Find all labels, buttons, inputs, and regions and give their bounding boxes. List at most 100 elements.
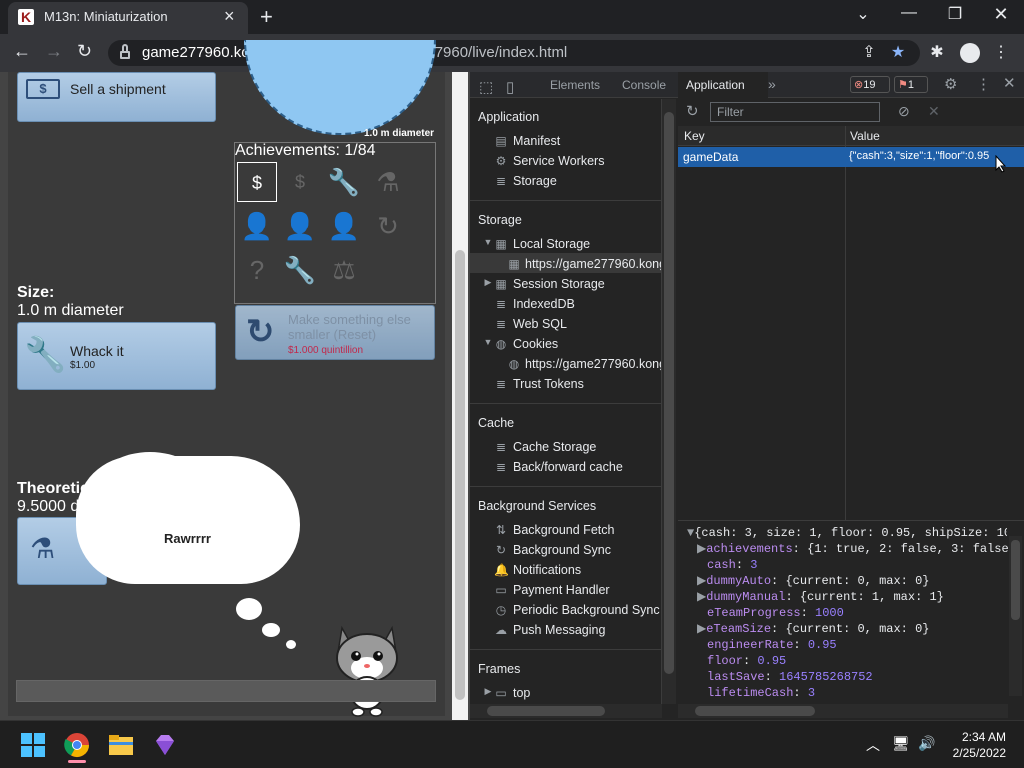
devtools-menu-icon[interactable]: ⋮ [976,75,991,93]
tab-elements[interactable]: Elements [550,78,600,92]
preview-line[interactable]: ▶achievements: {1: true, 2: false, 3: fa… [697,542,1017,556]
tab-console[interactable]: Console [622,78,666,92]
inspect-element-icon[interactable]: ⬚ [479,78,493,96]
preview-line[interactable]: ▶eTeamSize: {current: 0, max: 0} [697,622,1017,636]
device-toolbar-icon[interactable]: ▯ [506,78,514,96]
tab-application[interactable]: Application [678,72,768,98]
restore-icon[interactable]: ❐ [943,4,967,24]
expand-right-icon[interactable]: ▶ [481,277,495,288]
sidebar-item-websql[interactable]: Web SQL [513,317,567,331]
chrome-taskbar-icon[interactable] [64,732,90,758]
achievement-person-icon[interactable]: 👤 [324,206,364,246]
clock-icon: ◷ [495,603,507,617]
profile-avatar[interactable] [960,43,980,63]
achievement-wrench-icon[interactable]: 🔧 [324,162,364,202]
filter-input[interactable]: Filter [710,102,880,122]
sidebar-item-push-messaging[interactable]: Push Messaging [513,623,605,637]
refresh-icon[interactable]: ↻ [686,102,699,120]
cookie-icon: ◍ [508,357,520,371]
close-devtools-icon[interactable]: ✕ [1003,74,1016,92]
share-icon[interactable]: ⇪ [858,42,880,62]
sidebar-item-notifications[interactable]: Notifications [513,563,581,577]
sidebar-item-manifest[interactable]: Manifest [513,134,560,148]
forward-icon[interactable]: → [45,41,63,62]
flask-icon: ⚗ [30,533,56,564]
sidebar-item-background-fetch[interactable]: Background Fetch [513,523,614,537]
expand-right-icon[interactable]: ▶ [481,686,495,697]
database-icon: ≣ [495,377,507,391]
sidebar-item-bf-cache[interactable]: Back/forward cache [513,460,623,474]
achievement-tools-icon[interactable]: 🔧 [280,250,320,290]
expand-down-icon[interactable]: ▼ [481,237,495,247]
sidebar-item-session-storage[interactable]: Session Storage [513,277,605,291]
file-explorer-icon[interactable] [108,732,134,758]
settings-gear-icon[interactable]: ⚙ [944,75,957,93]
clock-time[interactable]: 2:34 AM [960,730,1006,744]
gem-app-icon[interactable] [152,732,178,758]
column-header-key[interactable]: Key [684,129,705,143]
sidebar-item-background-sync[interactable]: Background Sync [513,543,611,557]
expand-down-icon[interactable]: ▼ [481,337,495,347]
row-key-cell[interactable]: gameData [683,150,738,164]
sidebar-item-service-workers[interactable]: Service Workers [513,154,604,168]
clear-all-icon[interactable]: ⊘ [898,103,910,120]
sidebar-item-payment-handler[interactable]: Payment Handler [513,583,610,597]
row-value-cell[interactable]: {"cash":3,"size":1,"floor":0.95 [849,150,1017,162]
delete-selected-icon[interactable]: ✕ [928,103,940,120]
preview-line[interactable]: ▶dummyManual: {current: 1, max: 1} [697,590,1017,604]
achievement-question-icon[interactable]: ? [237,250,277,290]
achievement-reset-icon[interactable]: ↻ [368,206,408,246]
tab-search-icon[interactable]: ⌄ [851,4,875,24]
page-scrollbar-thumb[interactable] [455,250,465,700]
wrench-icon: 🔧 [24,336,67,374]
bookmark-star-icon[interactable]: ★ [887,42,909,62]
sidebar-item-cookies-origin[interactable]: https://game277960.kong [525,357,661,371]
minimize-icon[interactable]: — [897,4,921,22]
achievement-money-icon[interactable]: $ [237,162,277,202]
back-icon[interactable]: ← [13,41,31,62]
reload-icon[interactable]: ↻ [77,41,92,62]
error-count-badge[interactable]: ⊗19 [850,76,890,93]
tab-close-icon[interactable]: × [224,6,235,27]
windows-start-icon[interactable] [20,732,46,758]
sidebar-item-local-storage[interactable]: Local Storage [513,237,590,251]
show-hidden-icons[interactable]: ︿ [866,735,880,755]
achievement-money-icon[interactable]: $ [280,162,320,202]
sidebar-item-cookies[interactable]: Cookies [513,337,558,351]
sidebar-item-frame-top[interactable]: top [513,686,530,700]
whack-it-button[interactable]: 🔧 Whack it $1.00 [17,322,216,390]
sidebar-item-indexeddb[interactable]: IndexedDB [513,297,575,311]
achievement-person-icon[interactable]: 👤 [280,206,320,246]
sidebar-item-trust-tokens[interactable]: Trust Tokens [513,377,584,391]
extensions-icon[interactable]: ✱ [926,42,948,62]
achievement-scale-icon[interactable]: ⚖ [324,250,364,290]
sidebar-item-local-storage-origin[interactable]: https://game277960.kong [525,257,661,271]
sidebar-hscrollbar-thumb[interactable] [487,706,605,716]
mouse-cursor-icon [995,155,1007,173]
issue-count-badge[interactable]: ⚑1 [894,76,928,93]
clock-date[interactable]: 2/25/2022 [946,746,1006,760]
preview-scrollbar-thumb[interactable] [1011,540,1020,620]
preview-line: cash: 3 [707,558,758,572]
column-header-value[interactable]: Value [850,129,880,143]
error-icon: ⊗ [854,79,864,91]
volume-icon[interactable]: 🔊 [918,735,935,752]
more-tabs-icon[interactable]: » [768,76,776,92]
achievement-person-icon[interactable]: 👤 [237,206,277,246]
sidebar-scrollbar-thumb[interactable] [664,112,674,674]
network-icon[interactable]: 🖥 [892,735,910,752]
sidebar-item-cache-storage[interactable]: Cache Storage [513,440,596,454]
new-tab-icon[interactable]: + [260,4,273,30]
reset-button[interactable]: ↻ Make something else smaller (Reset) $1… [235,305,435,360]
whack-it-label: Whack it [70,343,124,359]
achievement-flask-icon[interactable]: ⚗ [368,162,408,202]
sidebar-item-storage[interactable]: Storage [513,174,557,188]
preview-hscrollbar-thumb[interactable] [695,706,815,716]
sell-shipment-button[interactable]: $ Sell a shipment [17,72,216,122]
close-window-icon[interactable]: ✕ [989,4,1013,25]
preview-line[interactable]: ▶dummyAuto: {current: 0, max: 0} [697,574,1017,588]
menu-kebab-icon[interactable]: ⋮ [990,42,1012,62]
preview-object-summary[interactable]: ▼{cash: 3, size: 1, floor: 0.95, shipSiz… [687,526,1007,540]
sync-icon: ↻ [495,543,507,557]
sidebar-item-periodic-sync[interactable]: Periodic Background Sync [513,603,660,617]
